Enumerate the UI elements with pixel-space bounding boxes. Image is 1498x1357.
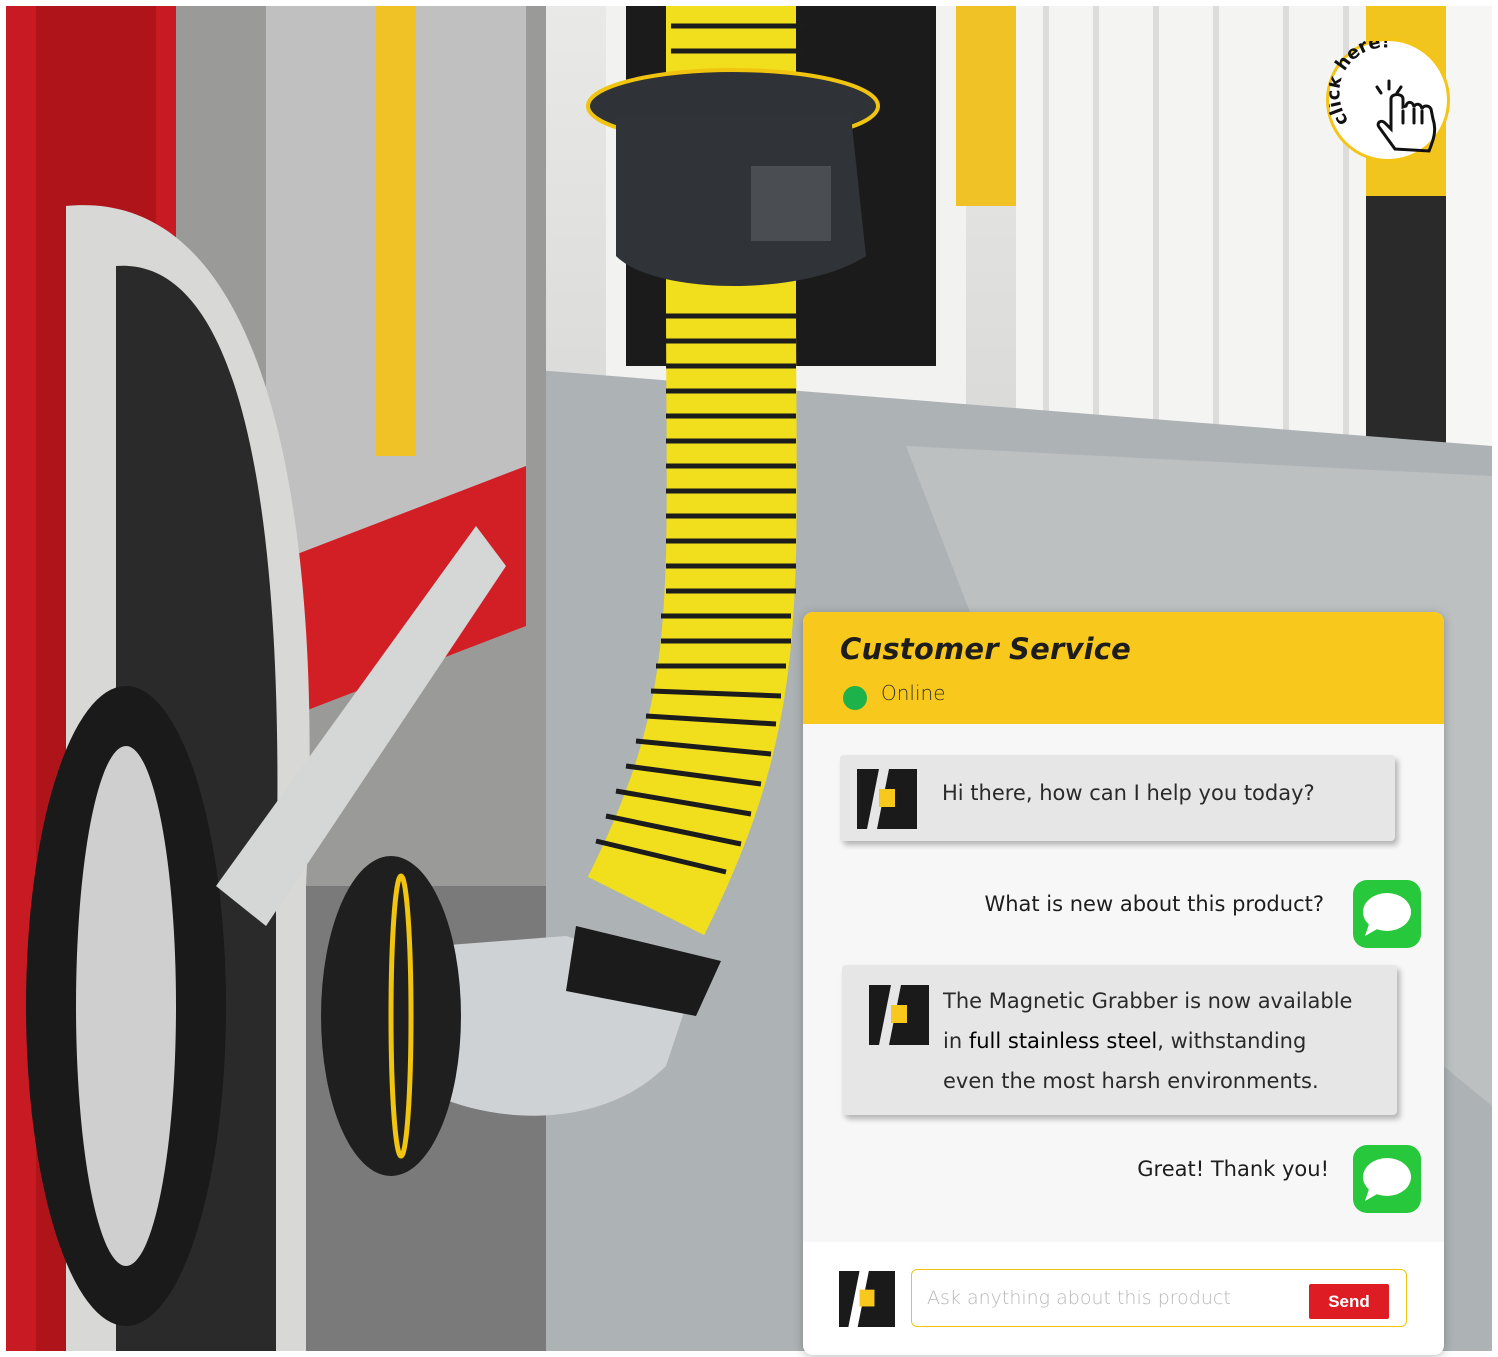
svg-text:click here!: click here! [1329,41,1390,130]
agent-message: Hi there, how can I help you today? [840,755,1395,841]
brand-logo-icon [869,985,929,1045]
agent-message-text: The Magnetic Grabber is now available in… [943,981,1352,1101]
agent-message: The Magnetic Grabber is now available in… [842,965,1397,1115]
brand-logo-icon [857,769,917,829]
message-bubble-icon [1353,1145,1421,1213]
message-bubble-icon [1353,880,1421,948]
online-status-icon [843,686,867,710]
message-suffix: , withstanding [1157,1029,1307,1053]
chat-title: Customer Service [840,632,1132,666]
pointing-hand-icon: click here! [1329,41,1437,153]
status-text: Online [881,681,946,705]
highlighted-text: full stainless steel [968,1029,1158,1053]
message-line: even the most harsh environments. [943,1069,1319,1093]
chat-header: Customer Service Online [803,612,1444,724]
agent-message-text: Hi there, how can I help you today? [942,781,1315,805]
chat-input-area: Send [803,1242,1444,1355]
send-button[interactable]: Send [1309,1284,1389,1319]
user-message-text: Great! Thank you! [1137,1157,1329,1181]
user-message-text: What is new about this product? [984,892,1324,916]
click-here-badge[interactable]: click here! [1326,38,1450,162]
message-prefix: in [943,1029,969,1053]
badge-label: click here! [1329,41,1390,130]
chat-widget: Customer Service Online Hi there, how ca… [803,612,1444,1355]
brand-logo-icon [839,1271,895,1327]
message-line: The Magnetic Grabber is now available [943,989,1353,1013]
